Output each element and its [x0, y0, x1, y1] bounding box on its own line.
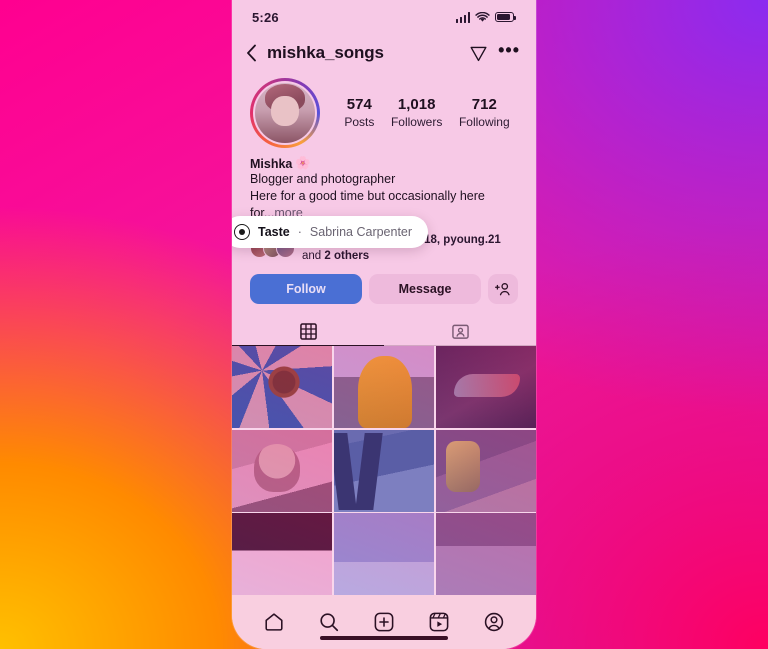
- stat-following-label: Following: [458, 114, 510, 129]
- bio-line-1: Blogger and photographer: [250, 172, 396, 186]
- followed-by-suffix: and: [302, 249, 325, 262]
- profile-icon[interactable]: [481, 609, 507, 635]
- profile-stats: 574 Posts 1,018 Followers 712 Following: [330, 96, 518, 130]
- photo-grid: [232, 346, 536, 595]
- post-partial-1[interactable]: [232, 513, 333, 595]
- profile-actions: Follow Message: [232, 264, 536, 305]
- music-disc-icon: [234, 224, 250, 240]
- stat-following[interactable]: 712 Following: [459, 96, 510, 130]
- profile-header: mishka_songs •••: [232, 34, 536, 72]
- profile-tabs: [232, 317, 536, 347]
- wifi-icon: [475, 11, 490, 22]
- stat-following-count: 712: [471, 95, 497, 113]
- grid-icon: [299, 322, 317, 340]
- share-paperplane-icon[interactable]: [469, 44, 488, 63]
- post-partial-3[interactable]: [435, 513, 536, 595]
- stat-posts[interactable]: 574 Posts: [344, 96, 374, 130]
- status-icons: [455, 11, 517, 23]
- status-clock: 5:26: [252, 9, 279, 25]
- signal-bars-icon: [455, 11, 470, 23]
- home-icon[interactable]: [261, 609, 287, 635]
- stat-followers-count: 1,018: [397, 95, 436, 113]
- display-name-row: Mishka 🌸: [250, 156, 518, 171]
- music-toast[interactable]: Taste · Sabrina Carpenter: [232, 216, 429, 248]
- more-options-icon[interactable]: •••: [498, 41, 520, 62]
- search-icon[interactable]: [316, 609, 342, 635]
- avatar-inner: [253, 81, 317, 145]
- post-long-shadows[interactable]: [333, 429, 435, 512]
- post-partial-2[interactable]: [333, 513, 435, 595]
- post-yellow-raincoat[interactable]: [333, 346, 435, 429]
- post-friends-group[interactable]: [435, 429, 536, 512]
- create-icon[interactable]: [371, 609, 397, 635]
- profile-summary: 574 Posts 1,018 Followers 712 Following: [232, 72, 536, 148]
- tagged-person-icon: [451, 324, 469, 339]
- post-mirror-selfie[interactable]: [232, 429, 333, 512]
- follow-button[interactable]: Follow: [250, 274, 362, 305]
- post-street-mural[interactable]: [435, 346, 536, 429]
- bottom-nav: [232, 595, 536, 649]
- stat-posts-label: Posts: [344, 114, 375, 129]
- stat-followers-label: Followers: [390, 114, 443, 129]
- battery-icon: [495, 12, 517, 22]
- avatar-story-ring[interactable]: [250, 78, 320, 148]
- status-bar: 5:26: [232, 0, 536, 34]
- grid-tab[interactable]: [232, 317, 384, 347]
- message-button[interactable]: Message: [369, 274, 481, 305]
- stat-followers[interactable]: 1,018 Followers: [391, 96, 442, 130]
- page-title: mishka_songs: [267, 43, 384, 62]
- phone-frame: 5:26 mishka_songs ••• 574 Posts 1,018 Fo…: [232, 0, 536, 649]
- followed-by-others: 2 others: [324, 249, 370, 262]
- music-track: Taste: [258, 225, 290, 239]
- back-chevron-icon[interactable]: [246, 44, 257, 62]
- reels-icon[interactable]: [426, 609, 452, 635]
- post-cereal-bowl[interactable]: [232, 346, 333, 429]
- home-indicator: [320, 635, 448, 640]
- tagged-tab[interactable]: [384, 317, 536, 347]
- avatar: [255, 83, 315, 143]
- stat-posts-count: 574: [346, 95, 372, 113]
- music-separator: ·: [297, 225, 302, 239]
- music-artist: Sabrina Carpenter: [309, 225, 413, 239]
- add-person-icon[interactable]: [488, 274, 518, 305]
- cherry-blossom-icon: 🌸: [295, 156, 311, 170]
- profile-bio: Mishka 🌸 Blogger and photographer Here f…: [232, 148, 536, 221]
- phone-screen: 5:26 mishka_songs ••• 574 Posts 1,018 Fo…: [232, 0, 536, 649]
- display-name: Mishka: [250, 156, 293, 171]
